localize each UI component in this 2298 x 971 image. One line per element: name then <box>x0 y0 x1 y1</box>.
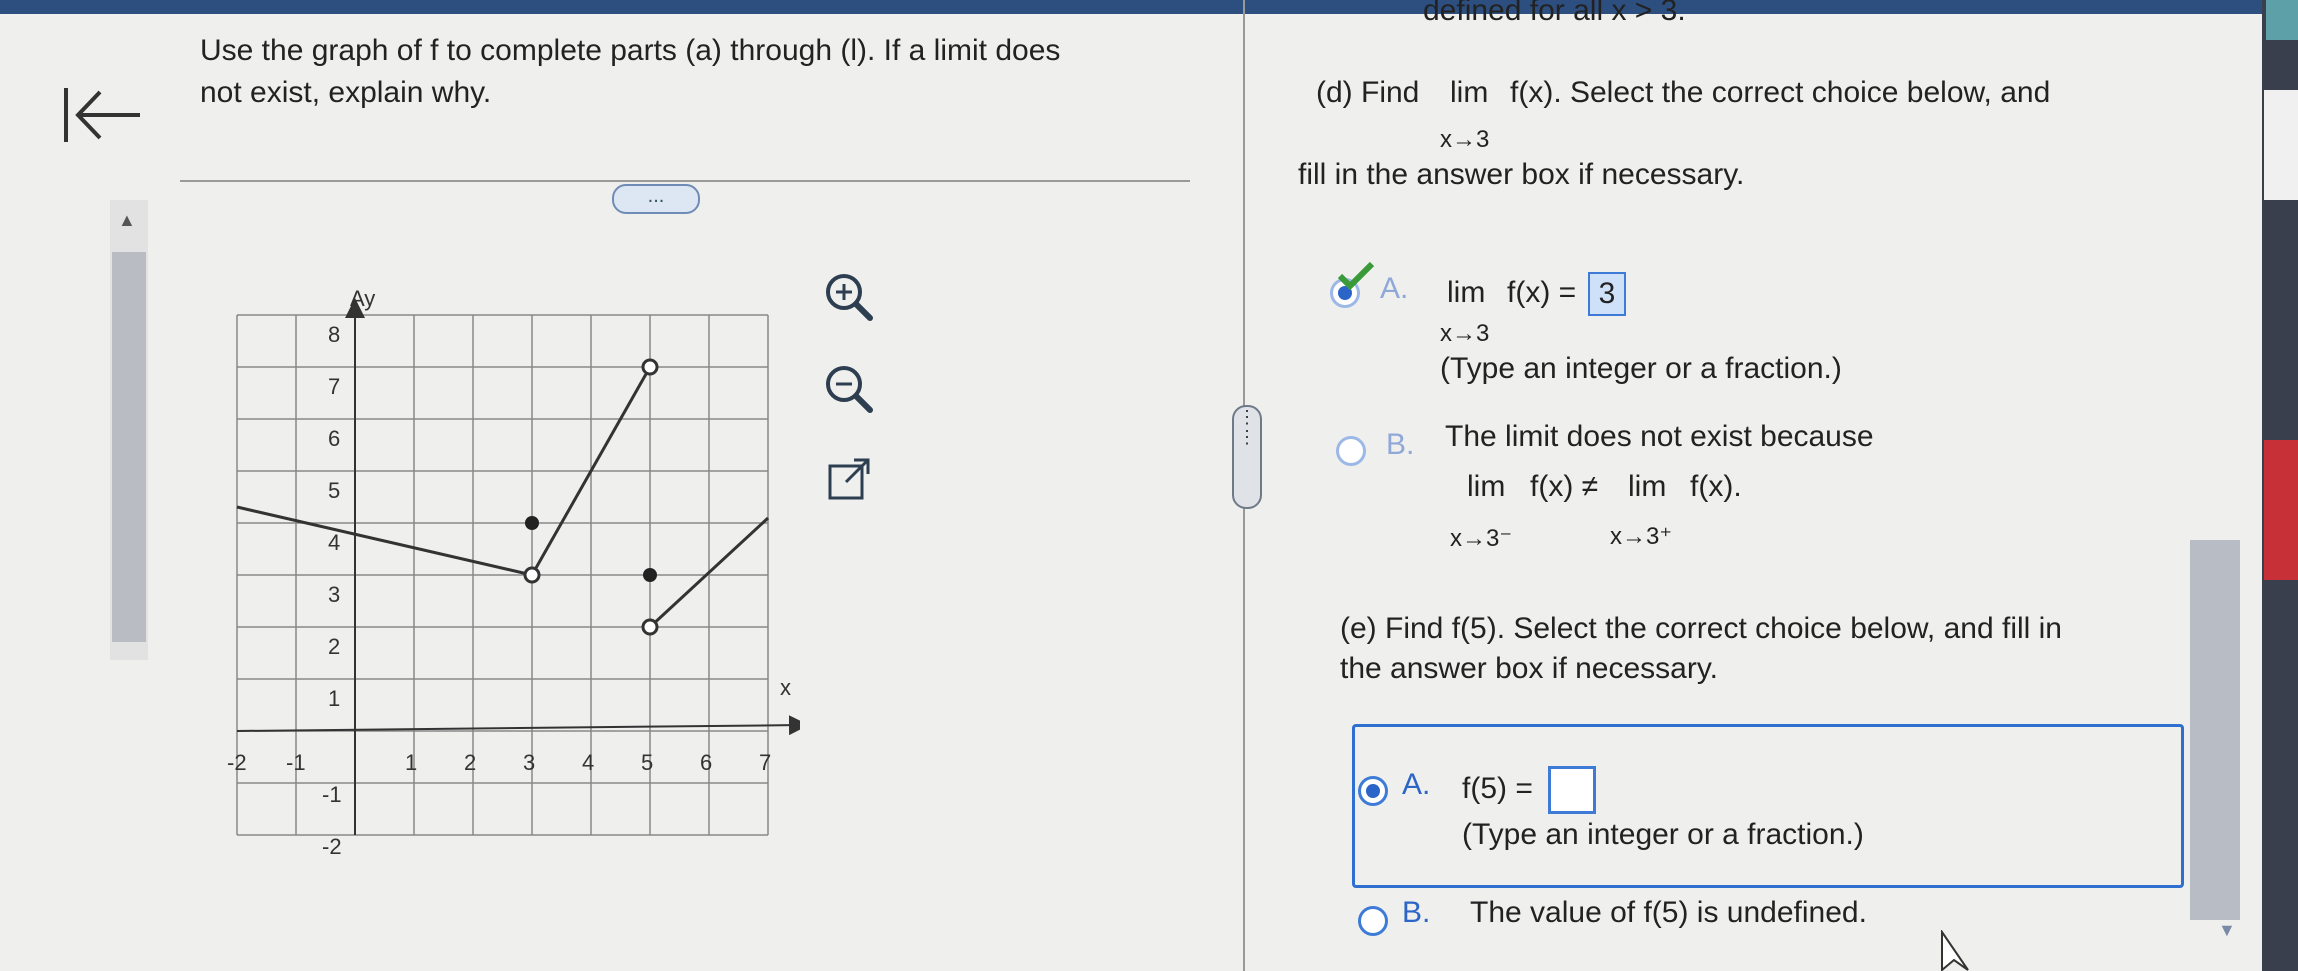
cut-off-text: defined for all x > 3. <box>1423 0 1686 27</box>
x-tick-label: 2 <box>464 750 476 775</box>
part-e-choice-b-text: The value of f(5) is undefined. <box>1470 896 1867 929</box>
x-axis <box>236 715 800 736</box>
y-tick-label: 5 <box>328 478 340 503</box>
part-e-line1: (e) Find f(5). Select the correct choice… <box>1340 612 2062 645</box>
part-e-choice-a-hint: (Type an integer or a fraction.) <box>1462 818 1864 851</box>
divider <box>180 180 1190 182</box>
x-tick-label: 6 <box>700 750 712 775</box>
part-d-func: f(x). Select the correct choice below, a… <box>1510 76 2051 109</box>
part-d-lim: lim <box>1450 76 1489 109</box>
function-curve <box>236 366 770 629</box>
x-tick-label: 1 <box>405 750 417 775</box>
scroll-up-icon[interactable]: ▲ <box>118 210 136 231</box>
x-tick-label: 3 <box>523 750 535 775</box>
left-scrollbar-thumb[interactable] <box>112 252 146 642</box>
y-tick-label: -1 <box>322 782 342 807</box>
open-point <box>641 618 659 636</box>
part-d-choice-a-lim: lim <box>1447 276 1486 309</box>
y-tick-label: 7 <box>328 374 340 399</box>
open-point <box>523 566 541 584</box>
panel-resize-handle[interactable]: ⋮ ⋮ <box>1232 405 1262 509</box>
x-axis-label: x <box>780 675 791 700</box>
closed-point <box>643 568 657 582</box>
part-e-choice-a-frame <box>1352 724 2184 888</box>
part-e-choice-a-radio[interactable] <box>1358 776 1388 806</box>
part-d-sub: x→3 <box>1440 126 1490 153</box>
popout-icon[interactable] <box>822 452 882 508</box>
y-tick-label: 3 <box>328 582 340 607</box>
correct-check-icon <box>1337 261 1375 291</box>
part-d-intro: (d) Find <box>1316 76 1420 109</box>
part-e-choice-a-label: A. <box>1402 768 1431 801</box>
x-tick-label: 4 <box>582 750 594 775</box>
x-tick-label: -1 <box>286 750 306 775</box>
top-bar <box>0 0 2298 14</box>
part-d-choice-a-label: A. <box>1380 272 1409 305</box>
x-tick-label: 7 <box>759 750 771 775</box>
function-graph: Ay x -2 -1 1 2 3 4 5 6 7 8 7 6 5 4 3 2 1… <box>227 286 800 859</box>
back-arrow-icon[interactable] <box>60 80 150 150</box>
y-axis-label: Ay <box>350 286 375 311</box>
y-tick-label: -2 <box>322 834 342 859</box>
part-d-choice-a-hint: (Type an integer or a fraction.) <box>1440 352 1842 385</box>
graph-grid <box>236 314 769 836</box>
part-d-choice-a-func: f(x) = <box>1507 276 1577 309</box>
part-d-choice-b-label: B. <box>1386 428 1415 461</box>
part-d-choice-b-radio[interactable] <box>1336 436 1366 466</box>
part-e-choice-b-label: B. <box>1402 896 1431 929</box>
y-tick-label: 8 <box>328 322 340 347</box>
x-tick-label: -2 <box>227 750 247 775</box>
part-e-choice-b-radio[interactable] <box>1358 906 1388 936</box>
part-d-choice-b-text: The limit does not exist because <box>1445 420 1874 453</box>
x-tick-label: 5 <box>641 750 653 775</box>
part-d-choice-b-sub2: x→3⁺ <box>1610 523 1673 550</box>
y-tick-label: 6 <box>328 426 340 451</box>
part-e-line2: the answer box if necessary. <box>1340 652 1718 685</box>
prompt-line-2: not exist, explain why. <box>200 76 492 109</box>
part-d-choice-b-func2: f(x). <box>1690 470 1742 503</box>
y-tick-label: 1 <box>328 686 340 711</box>
mouse-cursor-icon <box>1941 930 1969 971</box>
y-tick-label: 4 <box>328 530 340 555</box>
y-tick-label: 2 <box>328 634 340 659</box>
open-point <box>641 358 659 376</box>
part-d-choice-b-lim1: lim <box>1467 470 1506 503</box>
part-d-choice-b-func1: f(x) ≠ <box>1530 470 1599 503</box>
question-prompt: Use the graph of f to complete parts (a)… <box>200 30 1180 114</box>
prompt-line-1: Use the graph of f to complete parts (a)… <box>200 34 1061 67</box>
part-d-choice-b-sub1: x→3⁻ <box>1450 525 1513 552</box>
part-e-answer-box[interactable] <box>1548 766 1596 814</box>
scroll-down-icon[interactable]: ▼ <box>2218 920 2236 941</box>
right-scrollbar-thumb[interactable] <box>2190 540 2240 920</box>
show-more-button[interactable]: ... <box>612 184 700 214</box>
part-e-choice-a-text: f(5) = <box>1462 772 1533 805</box>
closed-point <box>525 516 539 530</box>
zoom-in-icon[interactable] <box>820 268 880 324</box>
window-edge <box>2262 0 2298 971</box>
part-d-line2: fill in the answer box if necessary. <box>1298 158 1745 191</box>
zoom-out-icon[interactable] <box>820 360 880 416</box>
part-d-answer-box[interactable]: 3 <box>1588 272 1626 316</box>
part-d-choice-a-sub: x→3 <box>1440 320 1490 347</box>
part-d-choice-b-lim2: lim <box>1628 470 1667 503</box>
